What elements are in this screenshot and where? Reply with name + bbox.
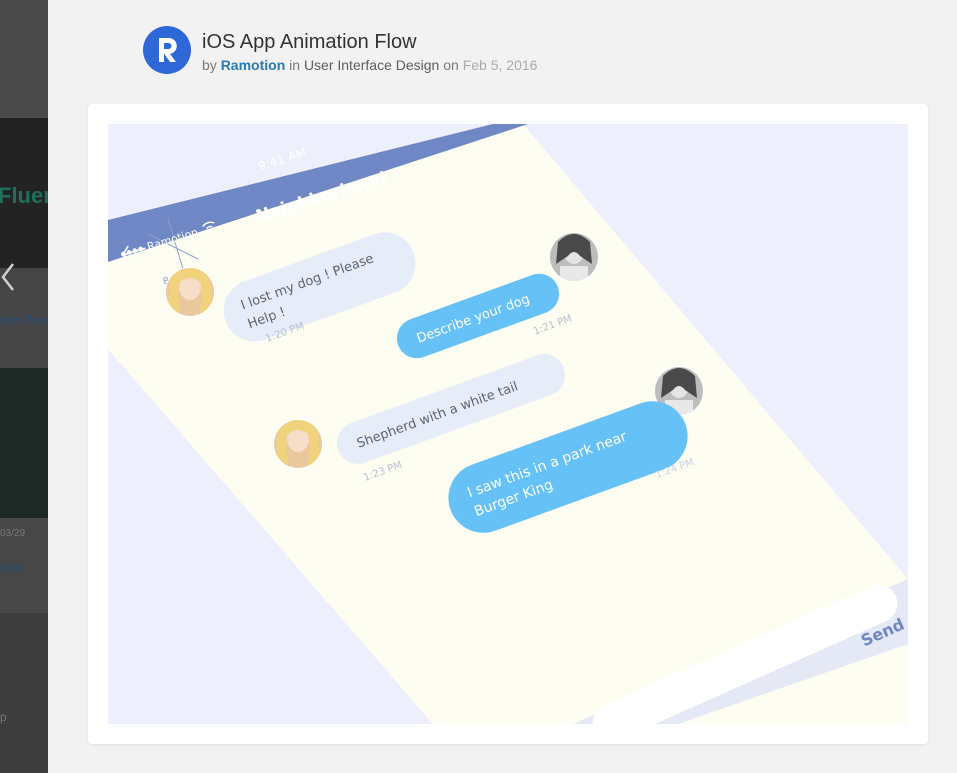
background-overlay-strip: Fluen den Pavl 03/29 RSO p bbox=[0, 0, 48, 773]
author-link[interactable]: Ramotion bbox=[221, 57, 286, 73]
post-date: Feb 5, 2016 bbox=[462, 57, 538, 73]
status-time: 9:41 AM bbox=[257, 146, 308, 174]
bg-band bbox=[0, 613, 48, 773]
logo-r-icon[interactable] bbox=[143, 26, 191, 74]
bg-band bbox=[0, 368, 48, 518]
shot-image[interactable]: Send 9:41 AM Ramotion Neighborhood I los… bbox=[108, 124, 908, 724]
bg-text-fragment: p bbox=[0, 710, 7, 724]
bg-text-fragment: RSO bbox=[0, 563, 24, 575]
bg-text-fragment: den Pavl bbox=[0, 313, 48, 327]
shot-card: Send 9:41 AM Ramotion Neighborhood I los… bbox=[88, 104, 928, 744]
category-link[interactable]: User Interface Design bbox=[304, 57, 439, 73]
chevron-left-icon[interactable] bbox=[0, 262, 18, 292]
bg-text-fragment: 03/29 bbox=[0, 528, 26, 539]
in-label: in bbox=[289, 57, 301, 73]
by-label: by bbox=[202, 57, 217, 73]
bg-band bbox=[0, 0, 48, 118]
post-title[interactable]: iOS App Animation Flow bbox=[202, 31, 417, 54]
bg-text-fragment: Fluen bbox=[0, 183, 48, 208]
post-byline: by Ramotion in User Interface Design on … bbox=[202, 57, 537, 73]
on-label: on bbox=[443, 57, 459, 73]
